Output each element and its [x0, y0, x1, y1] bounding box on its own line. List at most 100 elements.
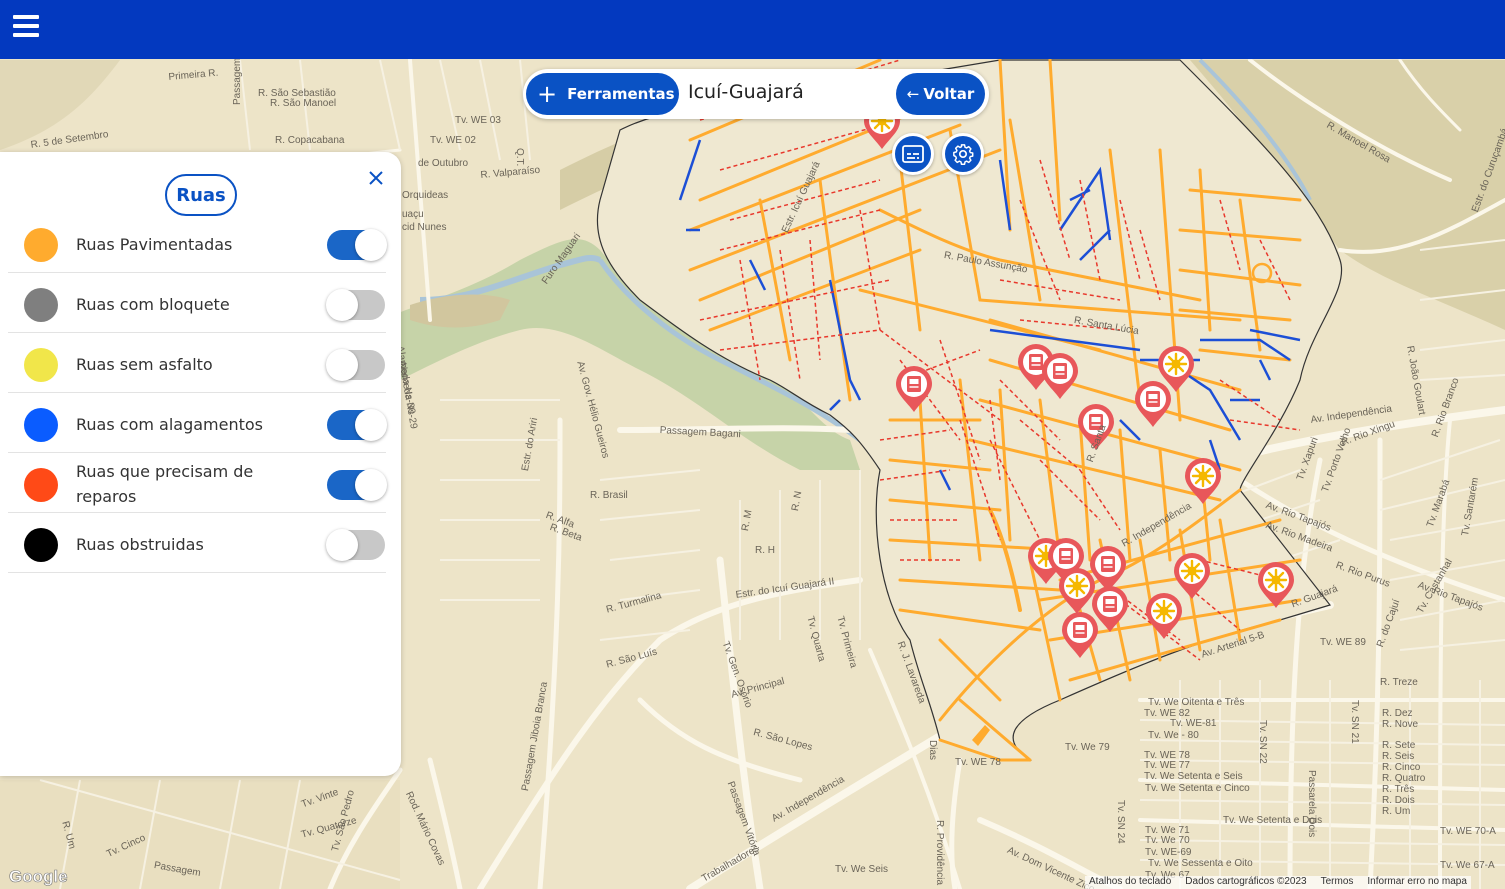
street-label: Tv. WE 89: [1320, 637, 1366, 648]
panel-title: Ruas: [165, 174, 237, 216]
street-label: Tv. We Seis: [835, 864, 888, 875]
tools-button[interactable]: + Ferramentas: [526, 73, 679, 115]
settings-button[interactable]: [942, 133, 984, 175]
layer-color-swatch: [24, 228, 58, 262]
plus-icon: +: [537, 80, 558, 108]
street-label: Tv. We 67-A: [1440, 860, 1495, 871]
sun-marker-icon[interactable]: [1143, 591, 1185, 641]
street-label: Tv. We - 80: [1148, 730, 1199, 741]
street-label: R. H: [755, 545, 775, 556]
street-label: Tv. SN 24: [1115, 800, 1126, 844]
repair-marker-icon[interactable]: [1132, 379, 1174, 429]
layer-color-swatch: [24, 468, 58, 502]
layer-color-swatch: [24, 288, 58, 322]
street-label: R. Dois: [1382, 795, 1415, 806]
layer-toggle[interactable]: [326, 529, 385, 561]
terms-link[interactable]: Termos: [1321, 876, 1354, 889]
street-label: R. Providência: [934, 820, 945, 886]
street-label: Passagem Q.ta Linha: [232, 59, 243, 105]
layer-label: Ruas com bloquete: [76, 295, 230, 314]
layer-color-swatch: [24, 408, 58, 442]
street-label: R. Seis: [1382, 751, 1415, 762]
street-label: Tv. We Oitenta e Três: [1148, 697, 1245, 708]
street-label: Tv. WE-81: [1170, 718, 1217, 729]
street-label: R. São Manoel: [270, 98, 337, 109]
street-label: Tv. WE-69: [1145, 847, 1192, 858]
repair-marker-icon[interactable]: [893, 364, 935, 414]
layer-label: Ruas obstruidas: [76, 535, 204, 554]
repair-marker-icon[interactable]: [1039, 351, 1081, 401]
street-label: R. Cinco: [1382, 762, 1421, 773]
streets-layer-panel: Ruas Ruas Pavimentadas Ruas com bloquete R…: [0, 152, 401, 776]
street-label: R. Nove: [1382, 719, 1419, 730]
layer-toggle[interactable]: [326, 289, 385, 321]
street-label: R. Brasil: [590, 490, 628, 501]
street-label: R. Um: [1382, 806, 1411, 817]
street-label: cid Nunes: [402, 222, 447, 233]
layer-label: Ruas com alagamentos: [76, 415, 264, 434]
toggle-knob: [355, 469, 387, 501]
back-button[interactable]: ← Voltar: [896, 73, 985, 115]
toggle-knob: [355, 409, 387, 441]
street-label: Tv. We 79: [1065, 742, 1110, 753]
layer-label: Ruas sem asfalto: [76, 355, 213, 374]
place-name: Icuí-Guajará: [688, 81, 804, 103]
keyboard-shortcuts-link[interactable]: Atalhos do teclado: [1089, 876, 1171, 889]
street-label: Tv. We Setenta e Cinco: [1145, 783, 1250, 794]
map-data-credit: Dados cartográficos ©2023: [1185, 876, 1307, 887]
toggle-knob: [355, 229, 387, 261]
layer-row: Ruas sem asfalto: [8, 333, 386, 393]
street-label: Tv. WE 03: [455, 115, 501, 126]
legend-button[interactable]: [892, 133, 934, 175]
toggle-knob: [326, 289, 358, 321]
tools-label: Ferramentas: [567, 85, 675, 103]
street-label: Tv. We 70: [1145, 835, 1190, 846]
gear-icon: [953, 144, 974, 165]
street-label: R. Copacabana: [275, 135, 345, 146]
layer-row: Ruas que precisam de reparos: [8, 453, 387, 513]
street-label: Tv. WE 78: [955, 757, 1001, 768]
subtitles-icon: [902, 145, 924, 163]
toggle-knob: [326, 529, 358, 561]
layer-toggle[interactable]: [327, 469, 387, 501]
street-label: Tv. WE 70-A: [1440, 826, 1496, 837]
street-label: Orquideas: [402, 190, 449, 201]
street-label: Tv. SN 22: [1257, 720, 1268, 764]
layer-color-swatch: [24, 528, 58, 562]
layer-row: Ruas Pavimentadas: [8, 213, 387, 273]
hamburger-menu-icon[interactable]: [13, 15, 39, 37]
arrow-left-icon: ←: [906, 85, 920, 103]
map-attribution: Atalhos do teclado Dados cartográficos ©…: [1085, 876, 1471, 889]
street-label: Passarela Dois: [1306, 770, 1317, 838]
back-label: Voltar: [923, 85, 975, 103]
search-bar: + Ferramentas Icuí-Guajará ← Voltar: [523, 69, 989, 119]
google-logo: Google: [9, 867, 68, 887]
close-icon[interactable]: [364, 166, 388, 190]
street-label: R. Dez: [1382, 708, 1413, 719]
layer-row: Ruas com alagamentos: [8, 393, 387, 453]
street-label: Tv. We Sessenta e Oito: [1148, 858, 1253, 869]
layer-toggle[interactable]: [327, 229, 387, 261]
report-error-link[interactable]: Informar erro no mapa: [1367, 876, 1467, 889]
street-label: de Outubro: [418, 158, 469, 169]
street-label: Tv. We Setenta e Seis: [1144, 771, 1243, 782]
street-label: Q.T.: [514, 148, 525, 167]
street-label: R. Treze: [1380, 677, 1418, 688]
layer-row: Ruas com bloquete: [8, 273, 386, 333]
repair-marker-icon[interactable]: [1059, 610, 1101, 660]
street-label: Tv. WE 77: [1144, 760, 1190, 771]
toggle-knob: [326, 349, 358, 381]
layer-label: Ruas Pavimentadas: [76, 235, 233, 254]
street-label: R. Três: [1382, 784, 1415, 795]
street-label: Tv. SN 21: [1349, 700, 1360, 744]
layer-toggle[interactable]: [327, 409, 387, 441]
layer-color-swatch: [24, 348, 58, 382]
street-label: uaçu: [402, 209, 424, 220]
street-label: Dias: [927, 740, 938, 761]
street-label: Tv. WE 02: [430, 135, 476, 146]
layer-row: Ruas obstruidas: [8, 513, 386, 573]
sun-marker-icon[interactable]: [1182, 456, 1224, 506]
street-label: R. Quatro: [1382, 773, 1426, 784]
layer-toggle[interactable]: [326, 349, 385, 381]
top-app-bar: [0, 0, 1505, 59]
